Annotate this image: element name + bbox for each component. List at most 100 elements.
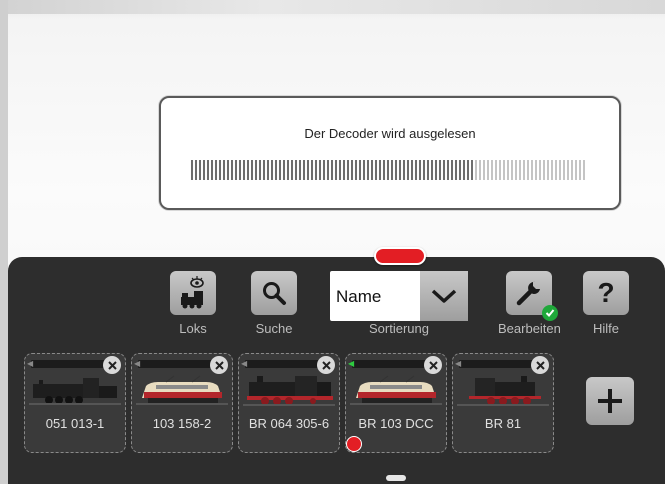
hilfe-button[interactable]: ? Hilfe [581,271,631,336]
speed-bar [31,360,107,368]
progress-tick [259,160,261,180]
top-edge [0,0,665,14]
panel-drag-handle[interactable] [374,247,426,265]
progress-tick [335,160,337,180]
progress-tick [299,160,301,180]
help-icon: ? [597,277,615,308]
loco-card[interactable]: ◀ BR 81 [452,353,554,453]
progress-tick [523,160,525,180]
progress-tick [339,160,341,180]
chevron-down-icon [431,289,457,303]
progress-tick [255,160,257,180]
page-indicator [386,475,406,481]
progress-tick [331,160,333,180]
progress-bar [191,158,589,182]
progress-tick [243,160,245,180]
sort-dropdown-button[interactable] [420,271,468,321]
progress-tick [247,160,249,180]
progress-tick [447,160,449,180]
speed-bar [138,360,214,368]
progress-tick [275,160,277,180]
progress-tick [267,160,269,180]
progress-tick [443,160,445,180]
progress-tick [271,160,273,180]
decoder-read-dialog: Der Decoder wird ausgelesen [159,96,621,210]
loks-label: Loks [179,321,207,336]
progress-tick [191,160,193,180]
progress-tick [483,160,485,180]
progress-tick [411,160,413,180]
progress-tick [323,160,325,180]
progress-tick [551,160,553,180]
suche-tile [251,271,297,315]
dialog-title: Der Decoder wird ausgelesen [304,126,476,141]
progress-tick [327,160,329,180]
progress-tick [471,160,473,180]
progress-tick [263,160,265,180]
progress-tick [199,160,201,180]
loks-tile [170,271,216,315]
error-status-dot [346,436,362,452]
progress-tick [387,160,389,180]
progress-tick [479,160,481,180]
progress-tick [371,160,373,180]
ok-check-icon [542,305,558,321]
progress-tick [451,160,453,180]
progress-tick [539,160,541,180]
direction-icon: ◀ [134,359,141,368]
progress-tick [435,160,437,180]
sort-value: Name [336,287,382,306]
suche-button[interactable]: Suche [249,271,299,336]
sort-label: Sortierung [369,321,429,336]
progress-tick [439,160,441,180]
progress-tick [427,160,429,180]
progress-tick [499,160,501,180]
progress-tick [303,160,305,180]
loco-name: BR 81 [484,416,522,431]
progress-tick [319,160,321,180]
progress-tick [287,160,289,180]
progress-tick [559,160,561,180]
loco-name: 051 013-1 [45,416,105,431]
progress-tick [531,160,533,180]
search-icon [263,282,286,305]
progress-tick [415,160,417,180]
progress-tick [543,160,545,180]
bearbeiten-tile [506,271,558,321]
loco-card[interactable]: ◀ 103 158-2 [131,353,233,453]
loco-card[interactable]: ◀ 051 013-1 [24,353,126,453]
progress-tick [571,160,573,180]
progress-tick [283,160,285,180]
sort-select[interactable]: Name [330,271,468,321]
progress-tick [307,160,309,180]
progress-tick [251,160,253,180]
loco-card[interactable]: ◀ BR 103 DCC [345,353,447,453]
progress-tick [399,160,401,180]
steam-loco-image [29,378,121,405]
bearbeiten-label: Bearbeiten [498,321,561,336]
loco-card[interactable]: ◀ BR 064 305-6 [238,353,340,453]
loks-button[interactable]: Loks [168,271,218,336]
steam-loco-image [243,376,335,406]
loco-name: 103 158-2 [152,416,212,431]
progress-tick [235,160,237,180]
progress-tick [419,160,421,180]
progress-tick [511,160,513,180]
progress-tick [459,160,461,180]
progress-tick [519,160,521,180]
add-loco-button[interactable] [586,377,634,425]
hilfe-tile: ? [583,271,629,315]
speed-bar [352,360,428,368]
progress-tick [375,160,377,180]
progress-tick [227,160,229,180]
progress-tick [575,160,577,180]
progress-tick [487,160,489,180]
bearbeiten-button[interactable]: Bearbeiten [498,271,561,336]
progress-tick [423,160,425,180]
progress-tick [491,160,493,180]
progress-tick [391,160,393,180]
progress-ticks [191,160,585,180]
loco-panel: Loks Suche Name Sortierung Bearbeiten ? … [8,257,665,484]
progress-tick [535,160,537,180]
progress-tick [351,160,353,180]
